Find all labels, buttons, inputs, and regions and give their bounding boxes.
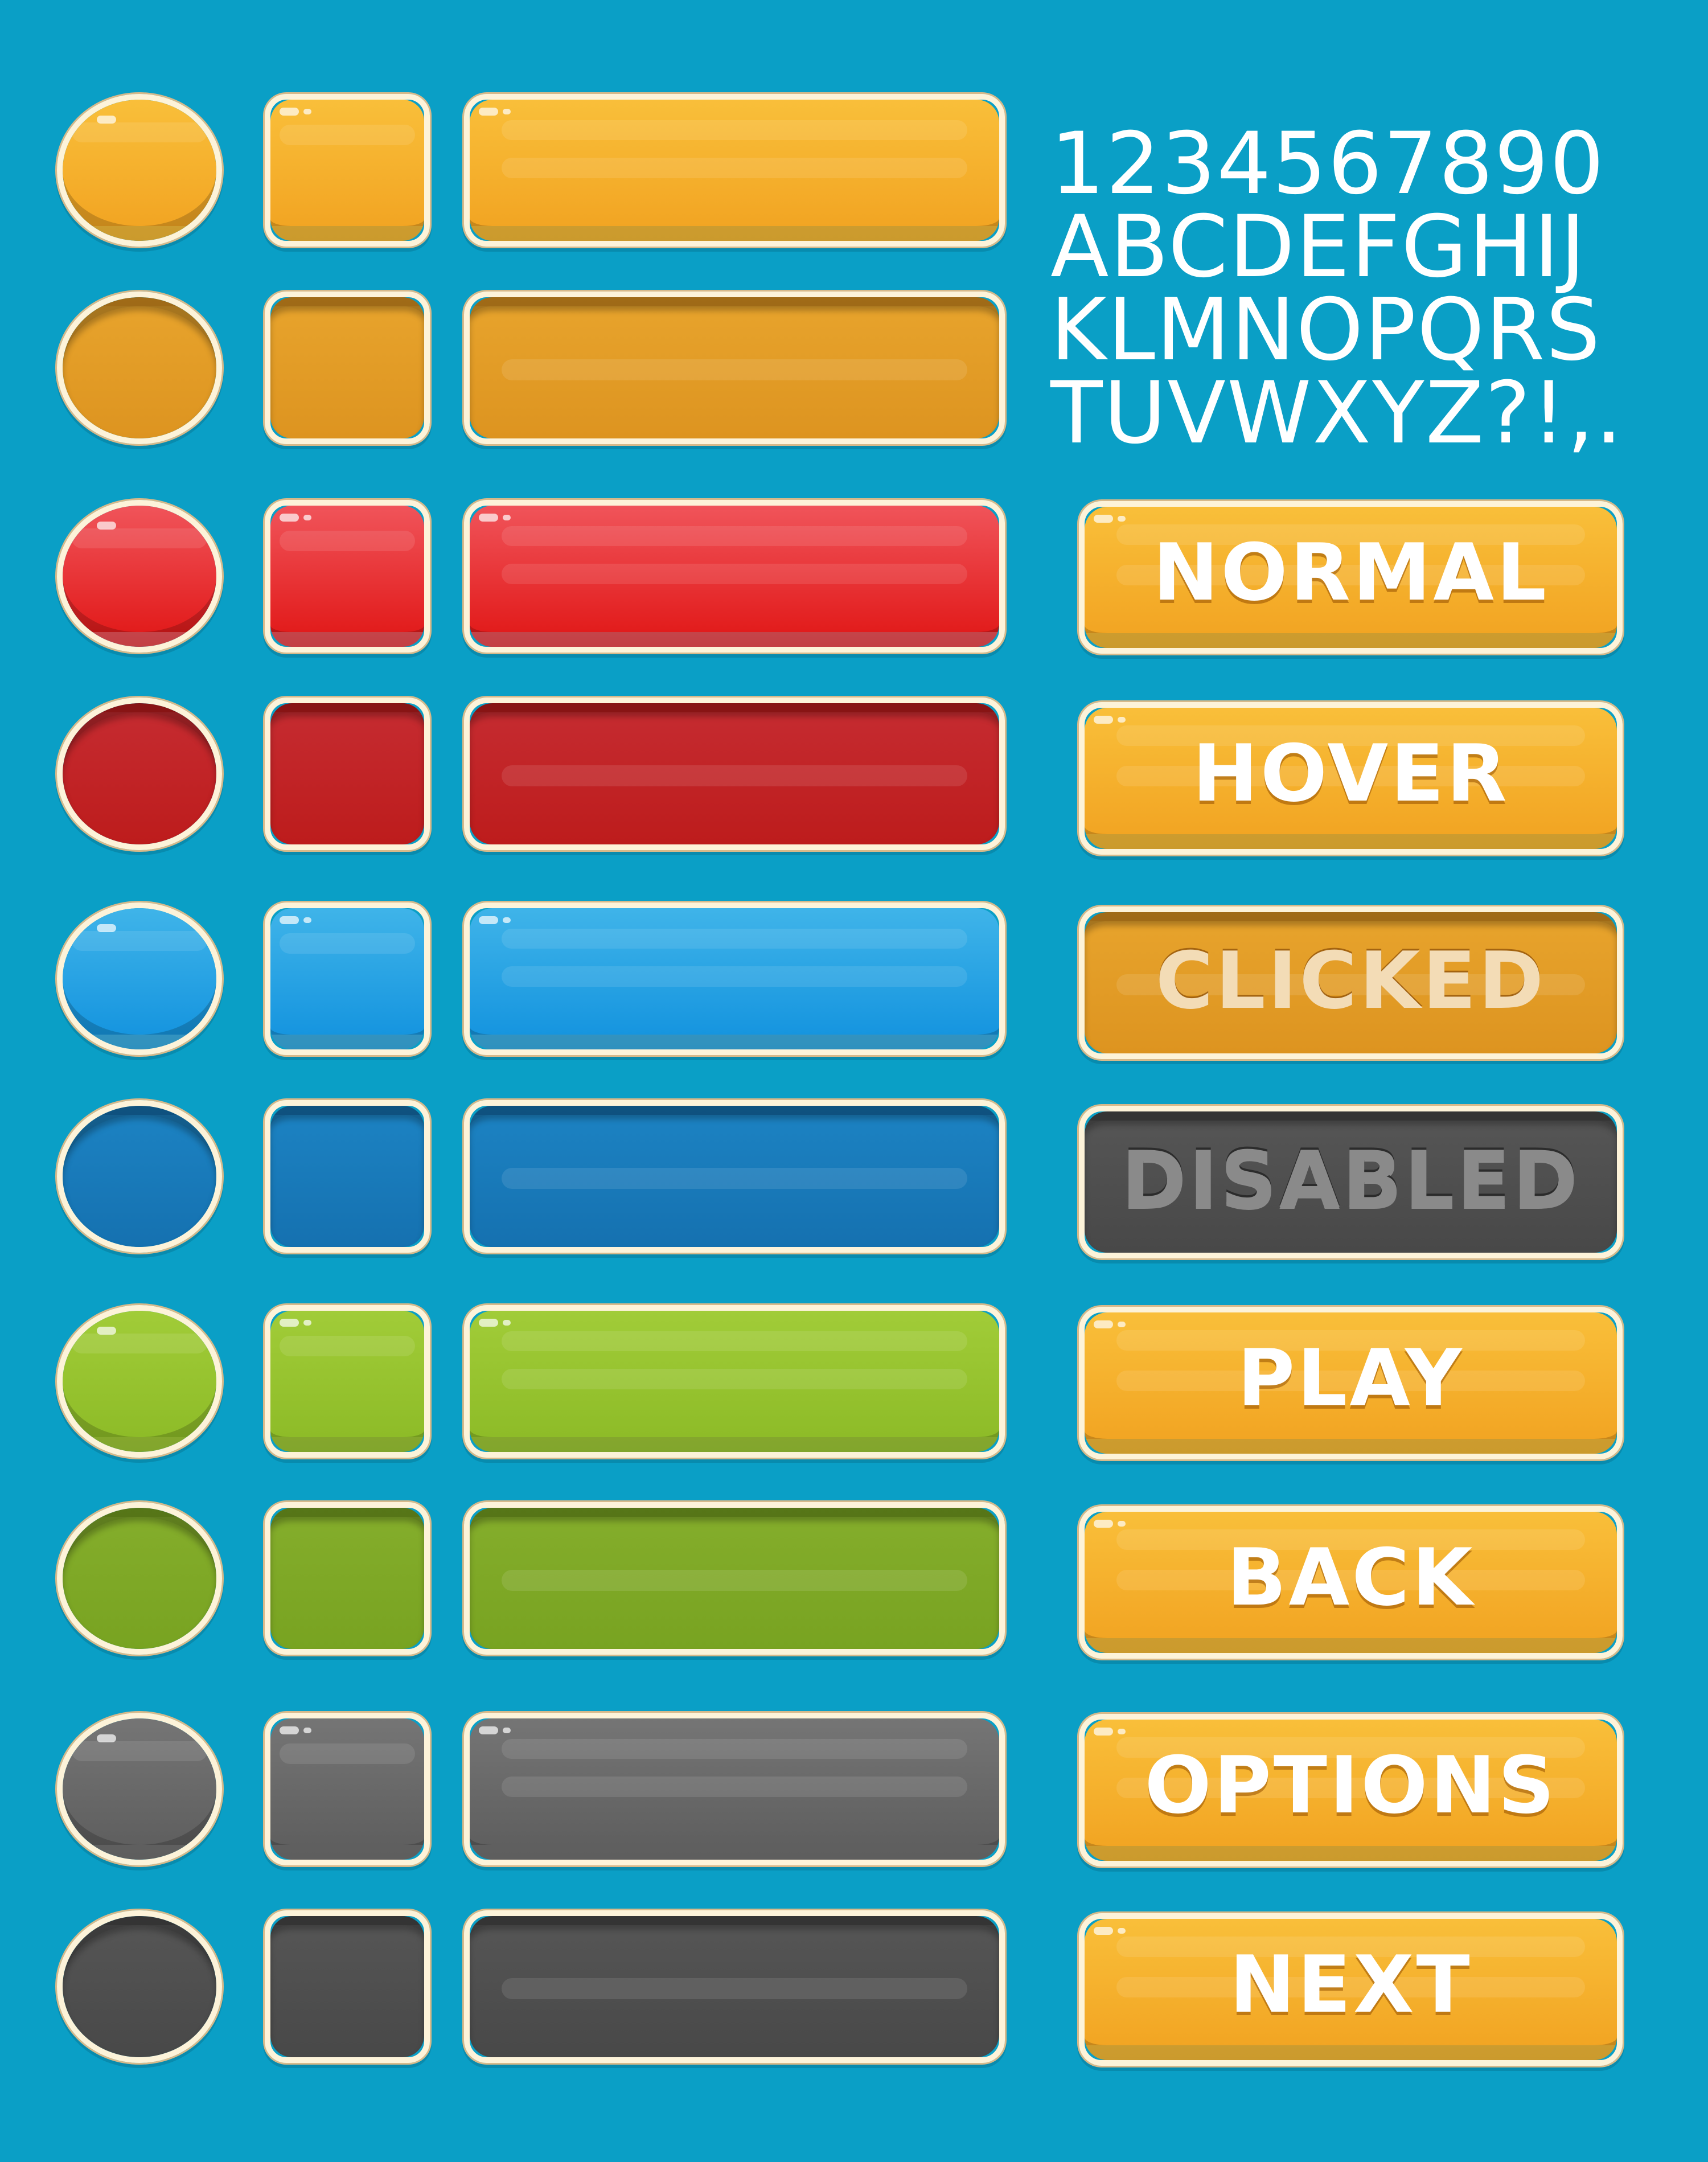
gray-circle-button-pressed[interactable] xyxy=(57,1910,222,2063)
normal-button-label: NORMAL xyxy=(1152,526,1549,618)
green-circle-button[interactable] xyxy=(57,1305,222,1458)
green-square-button[interactable] xyxy=(265,1305,430,1458)
red-circle-button[interactable] xyxy=(57,500,222,653)
red-square-button[interactable] xyxy=(265,500,430,653)
clicked-button[interactable]: CLICKED xyxy=(1079,906,1623,1059)
font-sample: 1234567890 ABCDEFGHIJ KLMNOPQRS TUVWXYZ?… xyxy=(1050,114,1682,463)
disabled-button-label: DISABLED xyxy=(1121,1134,1580,1226)
green-circle-button-pressed[interactable] xyxy=(57,1502,222,1655)
font-sample-letters-row-1: ABCDEFGHIJ xyxy=(1050,198,1587,297)
gray-square-button-pressed[interactable] xyxy=(265,1910,430,2063)
hover-button[interactable]: HOVER xyxy=(1079,702,1623,855)
play-button-label: PLAY xyxy=(1237,1332,1464,1424)
gray-wide-button-pressed[interactable] xyxy=(464,1910,1005,2063)
blue-circle-button[interactable] xyxy=(57,902,222,1055)
red-circle-button-pressed[interactable] xyxy=(57,698,222,850)
clicked-button-label: CLICKED xyxy=(1155,934,1546,1027)
font-sample-letters-row-2: KLMNOPQRS xyxy=(1050,281,1602,380)
orange-wide-button[interactable] xyxy=(464,94,1005,247)
orange-circle-button-pressed[interactable] xyxy=(57,292,222,444)
disabled-button: DISABLED xyxy=(1079,1106,1623,1258)
blue-square-button-pressed[interactable] xyxy=(265,1100,430,1253)
blue-wide-button-pressed[interactable] xyxy=(464,1100,1005,1253)
blue-square-button[interactable] xyxy=(265,902,430,1055)
gray-wide-button[interactable] xyxy=(464,1713,1005,1865)
play-button[interactable]: PLAY xyxy=(1079,1307,1623,1459)
orange-wide-button-pressed[interactable] xyxy=(464,292,1005,444)
green-wide-button-pressed[interactable] xyxy=(464,1502,1005,1655)
green-square-button-pressed[interactable] xyxy=(265,1502,430,1655)
options-button-label: OPTIONS xyxy=(1144,1739,1557,1831)
red-square-button-pressed[interactable] xyxy=(265,698,430,850)
back-button-label: BACK xyxy=(1226,1531,1475,1623)
blue-circle-button-pressed[interactable] xyxy=(57,1100,222,1253)
red-wide-button[interactable] xyxy=(464,500,1005,653)
normal-button[interactable]: NORMAL xyxy=(1079,501,1623,654)
blue-wide-button[interactable] xyxy=(464,902,1005,1055)
options-button[interactable]: OPTIONS xyxy=(1079,1714,1623,1866)
red-wide-button-pressed[interactable] xyxy=(464,698,1005,850)
green-wide-button[interactable] xyxy=(464,1305,1005,1458)
next-button[interactable]: NEXT xyxy=(1079,1913,1623,2066)
font-sample-letters-row-3: TUVWXYZ?!,. xyxy=(1050,364,1624,463)
gray-circle-button[interactable] xyxy=(57,1713,222,1865)
next-button-label: NEXT xyxy=(1229,1938,1472,2030)
orange-circle-button[interactable] xyxy=(57,94,222,247)
gray-square-button[interactable] xyxy=(265,1713,430,1865)
hover-button-label: HOVER xyxy=(1192,727,1509,819)
back-button[interactable]: BACK xyxy=(1079,1506,1623,1659)
orange-square-button[interactable] xyxy=(265,94,430,247)
font-sample-digits: 1234567890 xyxy=(1050,114,1606,214)
orange-square-button-pressed[interactable] xyxy=(265,292,430,444)
